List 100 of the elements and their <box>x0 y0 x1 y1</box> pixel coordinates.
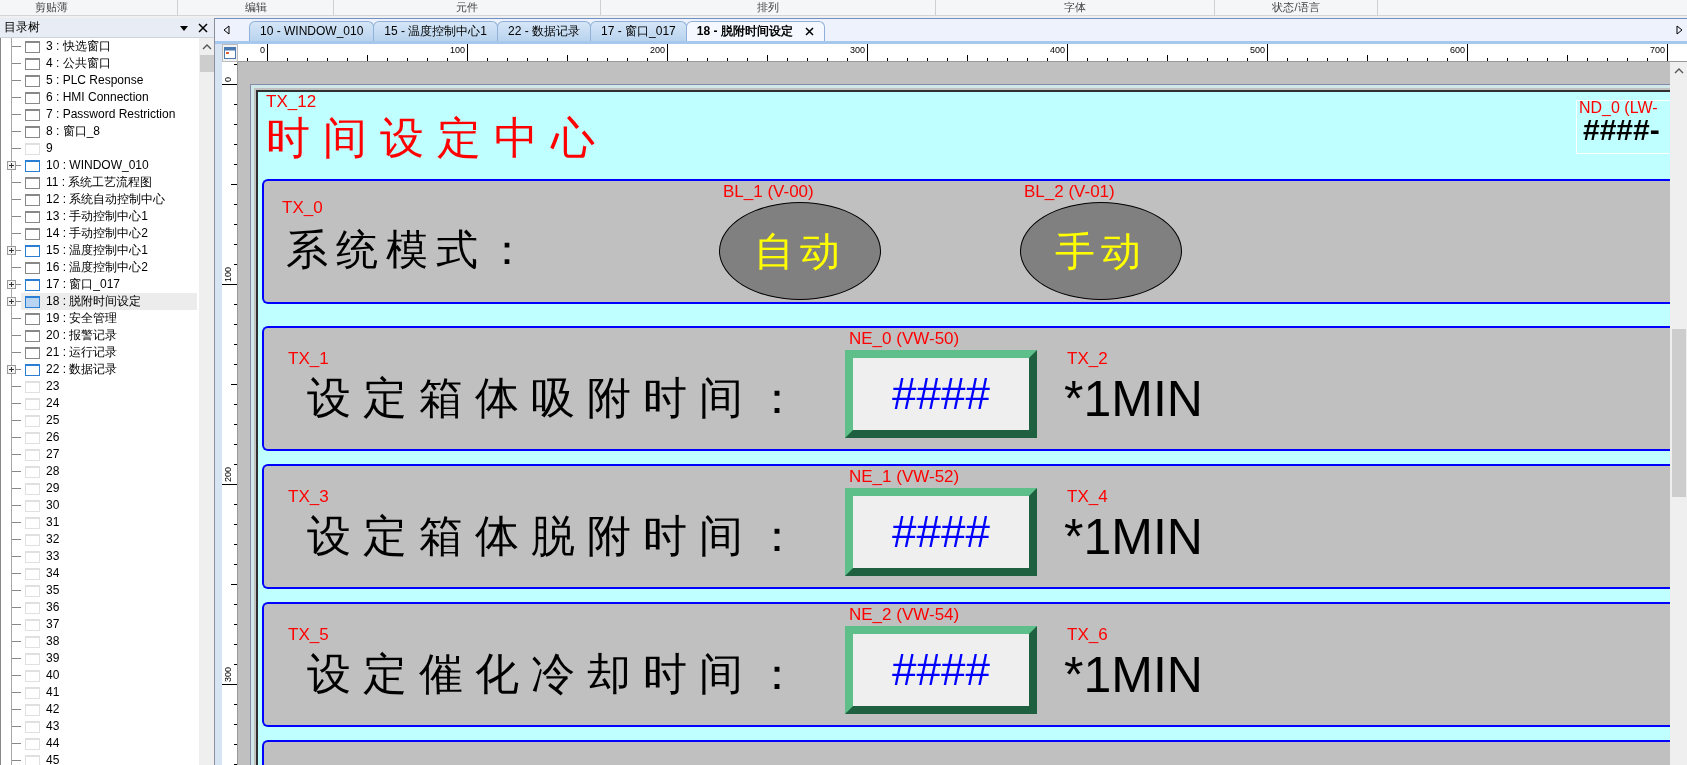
numeric-entry[interactable]: #### <box>845 626 1037 714</box>
tree-item[interactable]: 9 <box>1 140 197 157</box>
window-icon <box>25 143 40 155</box>
tab[interactable]: 18 - 脱附时间设定 <box>685 21 825 41</box>
scroll-up-icon[interactable] <box>1673 67 1684 75</box>
scroll-thumb[interactable] <box>1671 329 1686 497</box>
tree-item[interactable]: 35 <box>1 582 197 599</box>
mode-button[interactable]: 手动 <box>1020 202 1182 300</box>
tree-item[interactable]: 41 <box>1 684 197 701</box>
tree-item[interactable]: 42 <box>1 701 197 718</box>
tree-item[interactable]: 38 <box>1 633 197 650</box>
tree-item[interactable]: 16 : 温度控制中心2 <box>1 259 197 276</box>
tree-item[interactable]: 36 <box>1 599 197 616</box>
scroll-thumb[interactable] <box>199 55 214 72</box>
window-icon <box>25 58 40 70</box>
tree-item[interactable]: 23 <box>1 378 197 395</box>
tree-item[interactable]: 37 <box>1 616 197 633</box>
tree-item[interactable]: 21 : 运行记录 <box>1 344 197 361</box>
expand-icon[interactable] <box>7 297 16 306</box>
tree-item[interactable]: 7 : Password Restriction <box>1 106 197 123</box>
object-tag: TX_4 <box>1067 488 1108 506</box>
tree-item[interactable]: 30 <box>1 497 197 514</box>
tree-item[interactable]: 10 : WINDOW_010 <box>1 157 197 174</box>
tree-item[interactable]: 25 <box>1 412 197 429</box>
tree-item[interactable]: 40 <box>1 667 197 684</box>
close-icon[interactable] <box>198 22 208 33</box>
window-icon <box>25 364 40 376</box>
mode-button[interactable]: 自动 <box>719 202 881 300</box>
scroll-left-icon[interactable] <box>223 25 231 35</box>
tree-item[interactable]: 13 : 手动控制中心1 <box>1 208 197 225</box>
window-icon <box>25 279 40 291</box>
tree-item[interactable]: 26 <box>1 429 197 446</box>
tab[interactable]: 10 - WINDOW_010 <box>249 21 375 41</box>
tree-item[interactable]: 39 <box>1 650 197 667</box>
tree-item[interactable]: 8 : 窗口_8 <box>1 123 197 140</box>
tree-item[interactable]: 22 : 数据记录 <box>1 361 197 378</box>
tree-item[interactable]: 27 <box>1 446 197 463</box>
tree-item[interactable]: 28 <box>1 463 197 480</box>
tree-item[interactable]: 14 : 手动控制中心2 <box>1 225 197 242</box>
tree-item[interactable]: 19 : 安全管理 <box>1 310 197 327</box>
expand-icon[interactable] <box>7 365 16 374</box>
tree-item[interactable]: 3 : 快选窗口 <box>1 38 197 55</box>
tree-item[interactable]: 33 <box>1 548 197 565</box>
window-icon <box>25 687 40 699</box>
scroll-right-icon[interactable] <box>1675 25 1683 35</box>
scrollbar[interactable] <box>1670 62 1687 765</box>
window-icon <box>25 602 40 614</box>
numeric-entry[interactable]: #### <box>845 488 1037 576</box>
tree-item[interactable]: 43 <box>1 718 197 735</box>
expand-icon[interactable] <box>7 280 16 289</box>
window-icon <box>25 194 40 206</box>
scroll-up-icon[interactable] <box>201 43 212 51</box>
expand-icon[interactable] <box>7 246 16 255</box>
tab[interactable]: 15 - 温度控制中心1 <box>373 21 499 41</box>
setting-label: 设定箱体吸附时间： <box>307 373 811 425</box>
close-icon[interactable] <box>804 27 814 36</box>
ruler-label: 600 <box>1449 45 1465 55</box>
object-tag: TX_0 <box>282 199 323 217</box>
tree-item[interactable]: 5 : PLC Response <box>1 72 197 89</box>
tree-item[interactable]: 45 <box>1 752 197 765</box>
window-icon <box>25 670 40 682</box>
window-icon <box>25 551 40 563</box>
tree-item[interactable]: 20 : 报警记录 <box>1 327 197 344</box>
group-label: 剪贴薄 <box>35 0 68 15</box>
object-tag: BL_2 (V-01) <box>1024 183 1115 201</box>
window-icon <box>25 245 40 257</box>
tab[interactable]: 17 - 窗口_017 <box>590 21 687 41</box>
ruler-label: 0 <box>260 45 265 55</box>
tree-item[interactable]: 6 : HMI Connection <box>1 89 197 106</box>
window-icon <box>25 415 40 427</box>
tree-item[interactable]: 15 : 温度控制中心1 <box>1 242 197 259</box>
window-icon <box>25 653 40 665</box>
ruler-label: 100 <box>223 266 233 282</box>
ruler-label: 300 <box>849 45 865 55</box>
window-icon <box>25 177 40 189</box>
ruler-label: 400 <box>1049 45 1065 55</box>
ruler-corner[interactable] <box>222 44 238 62</box>
tree-item[interactable]: 31 <box>1 514 197 531</box>
numeric-entry[interactable]: #### <box>845 350 1037 438</box>
window-icon <box>25 41 40 53</box>
window-icon <box>224 47 236 59</box>
tab[interactable]: 22 - 数据记录 <box>497 21 592 41</box>
expand-icon[interactable] <box>7 161 16 170</box>
tree-item[interactable]: 11 : 系统工艺流程图 <box>1 174 197 191</box>
tree-item[interactable]: 12 : 系统自动控制中心 <box>1 191 197 208</box>
scrollbar[interactable] <box>199 38 214 765</box>
tree-item[interactable]: 34 <box>1 565 197 582</box>
tree-item[interactable]: 24 <box>1 395 197 412</box>
tree-item[interactable]: 32 <box>1 531 197 548</box>
unit-label: *1MIN <box>1064 372 1203 426</box>
tree-item[interactable]: 17 : 窗口_017 <box>1 276 197 293</box>
object-tag: NE_1 (VW-52) <box>849 468 960 486</box>
tree-item[interactable]: 44 <box>1 735 197 752</box>
window-icon <box>25 160 40 172</box>
object-tag: TX_2 <box>1067 350 1108 368</box>
ruler-label: 100 <box>449 45 465 55</box>
screen-title: 时间设定中心 <box>266 113 608 165</box>
ruler-label: 700 <box>1649 45 1665 55</box>
tree-item[interactable]: 29 <box>1 480 197 497</box>
tree-item[interactable]: 4 : 公共窗口 <box>1 55 197 72</box>
